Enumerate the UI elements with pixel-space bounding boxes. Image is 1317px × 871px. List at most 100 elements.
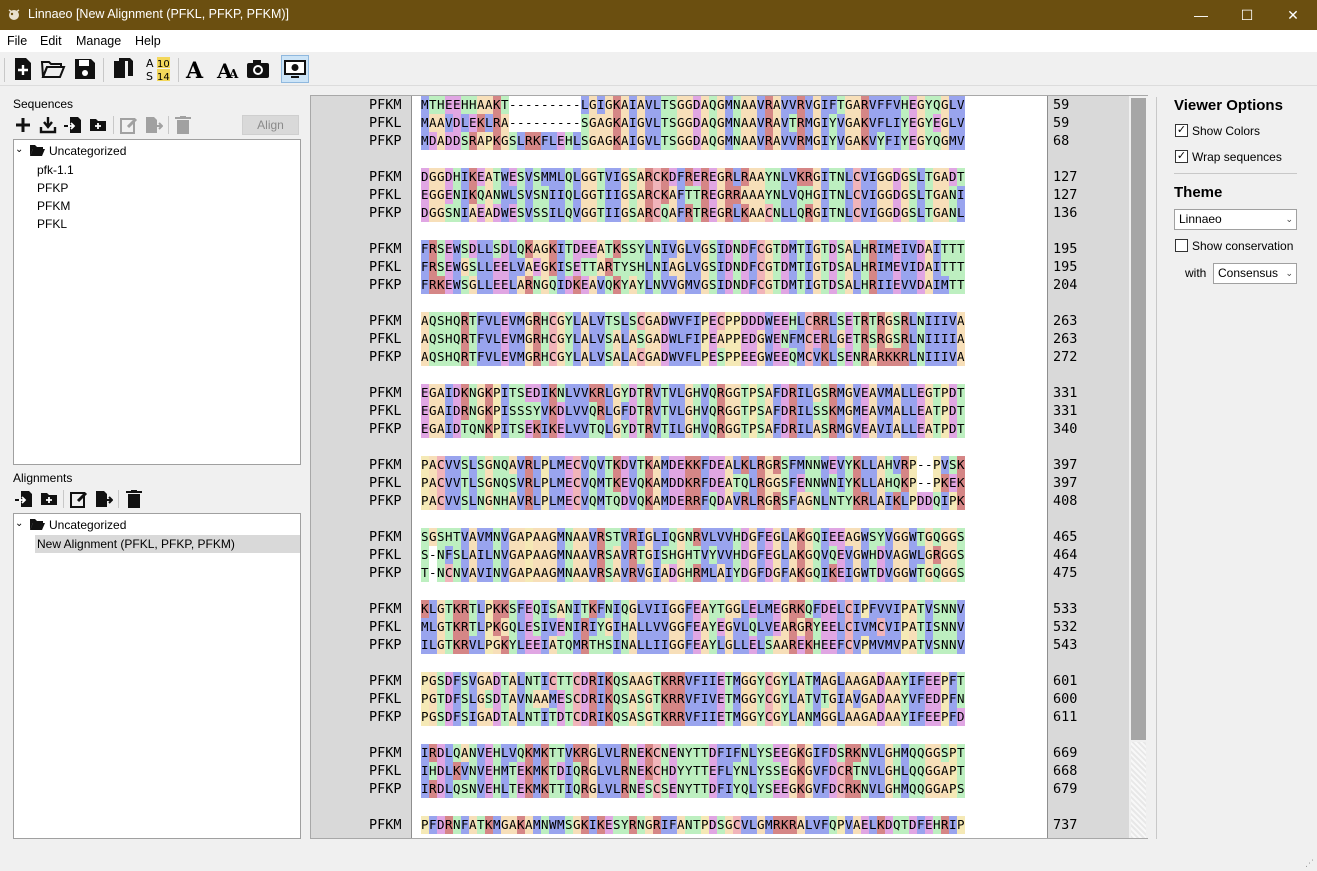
residue[interactable]: F — [829, 96, 837, 114]
residue[interactable]: T — [821, 258, 829, 276]
residue[interactable]: T — [797, 276, 805, 294]
residue[interactable]: G — [541, 258, 549, 276]
residue[interactable]: H — [885, 474, 893, 492]
residue[interactable]: I — [589, 816, 597, 834]
residue[interactable]: H — [461, 96, 469, 114]
residue[interactable]: N — [621, 636, 629, 654]
residue[interactable]: P — [749, 420, 757, 438]
residue[interactable]: G — [469, 276, 477, 294]
residue[interactable]: N — [733, 132, 741, 150]
residue[interactable]: W — [501, 186, 509, 204]
residue[interactable]: H — [685, 546, 693, 564]
residue[interactable]: R — [461, 618, 469, 636]
residue[interactable]: S — [629, 204, 637, 222]
residue[interactable]: G — [645, 546, 653, 564]
residue[interactable]: K — [469, 168, 477, 186]
residue[interactable]: M — [765, 816, 773, 834]
residue[interactable]: M — [733, 672, 741, 690]
residue[interactable]: T — [469, 600, 477, 618]
residue[interactable]: I — [597, 690, 605, 708]
residue[interactable]: L — [605, 402, 613, 420]
residue[interactable]: M — [541, 168, 549, 186]
export-sequence-button[interactable] — [143, 114, 165, 135]
residue[interactable]: A — [469, 528, 477, 546]
residue[interactable]: N — [493, 186, 501, 204]
residue[interactable]: D — [669, 762, 677, 780]
residue[interactable]: Y — [621, 420, 629, 438]
residue[interactable]: C — [765, 690, 773, 708]
residue[interactable]: T — [557, 780, 565, 798]
residue[interactable]: E — [893, 240, 901, 258]
residue[interactable]: L — [597, 744, 605, 762]
residue[interactable]: V — [645, 600, 653, 618]
residue[interactable]: Q — [917, 762, 925, 780]
residue[interactable]: M — [901, 744, 909, 762]
residue[interactable]: L — [677, 384, 685, 402]
residue[interactable]: V — [653, 402, 661, 420]
residue[interactable]: E — [917, 420, 925, 438]
residue[interactable]: I — [869, 168, 877, 186]
residue[interactable]: G — [485, 492, 493, 510]
sequence-row[interactable]: PACVVSLNGNHAVRLPLMECVQMTQDVQKAMDERRFQDAV… — [421, 492, 965, 510]
residue[interactable]: R — [525, 132, 533, 150]
residue[interactable]: G — [749, 690, 757, 708]
residue[interactable]: V — [733, 492, 741, 510]
residue[interactable]: L — [949, 96, 957, 114]
residue[interactable]: K — [605, 690, 613, 708]
residue[interactable]: D — [877, 564, 885, 582]
residue[interactable]: Q — [533, 600, 541, 618]
residue[interactable]: E — [421, 420, 429, 438]
residue[interactable]: R — [645, 186, 653, 204]
residue[interactable]: L — [909, 312, 917, 330]
residue[interactable]: G — [917, 96, 925, 114]
residue[interactable]: G — [925, 384, 933, 402]
residue[interactable]: C — [853, 168, 861, 186]
residue[interactable]: I — [661, 240, 669, 258]
residue[interactable]: W — [453, 258, 461, 276]
residue[interactable]: S — [477, 456, 485, 474]
residue[interactable]: T — [725, 672, 733, 690]
residue[interactable]: F — [821, 762, 829, 780]
residue[interactable]: G — [925, 762, 933, 780]
residue[interactable]: R — [877, 312, 885, 330]
residue[interactable]: D — [877, 546, 885, 564]
residue[interactable]: N — [533, 276, 541, 294]
residue[interactable]: - — [565, 114, 573, 132]
residue[interactable]: V — [653, 420, 661, 438]
residue[interactable]: A — [749, 132, 757, 150]
residue[interactable]: E — [453, 96, 461, 114]
residue[interactable]: L — [549, 456, 557, 474]
import-alignment-button[interactable] — [13, 488, 35, 509]
residue[interactable]: R — [461, 312, 469, 330]
residue[interactable]: P — [485, 636, 493, 654]
residue[interactable]: K — [797, 168, 805, 186]
residue[interactable]: A — [509, 690, 517, 708]
residue[interactable]: A — [485, 708, 493, 726]
residue[interactable]: I — [805, 240, 813, 258]
residue[interactable]: G — [557, 312, 565, 330]
residue[interactable]: G — [621, 204, 629, 222]
residue[interactable]: A — [621, 96, 629, 114]
residue[interactable]: S — [709, 258, 717, 276]
residue[interactable]: A — [765, 420, 773, 438]
residue[interactable]: V — [685, 708, 693, 726]
residue[interactable]: T — [589, 636, 597, 654]
residue[interactable]: K — [541, 762, 549, 780]
residue[interactable]: V — [445, 456, 453, 474]
residue[interactable]: E — [837, 564, 845, 582]
residue[interactable]: P — [421, 690, 429, 708]
residue[interactable]: K — [613, 276, 621, 294]
residue[interactable]: M — [837, 384, 845, 402]
residue[interactable]: P — [733, 312, 741, 330]
residue[interactable]: P — [701, 312, 709, 330]
residue[interactable]: - — [525, 114, 533, 132]
residue[interactable]: E — [693, 168, 701, 186]
residue[interactable]: L — [677, 330, 685, 348]
residue[interactable]: A — [421, 312, 429, 330]
residue[interactable]: C — [653, 762, 661, 780]
residue[interactable]: N — [773, 186, 781, 204]
sequence-row[interactable]: S-NFSLAILNVGAPAAGMNAAVRSAVRTGISHGHTVYVVH… — [421, 546, 965, 564]
sequences-tree[interactable]: ⌄ Uncategorized pfk-1.1 PFKP PFKM PFKL — [13, 139, 301, 465]
residue[interactable]: L — [781, 546, 789, 564]
residue[interactable]: Q — [933, 528, 941, 546]
